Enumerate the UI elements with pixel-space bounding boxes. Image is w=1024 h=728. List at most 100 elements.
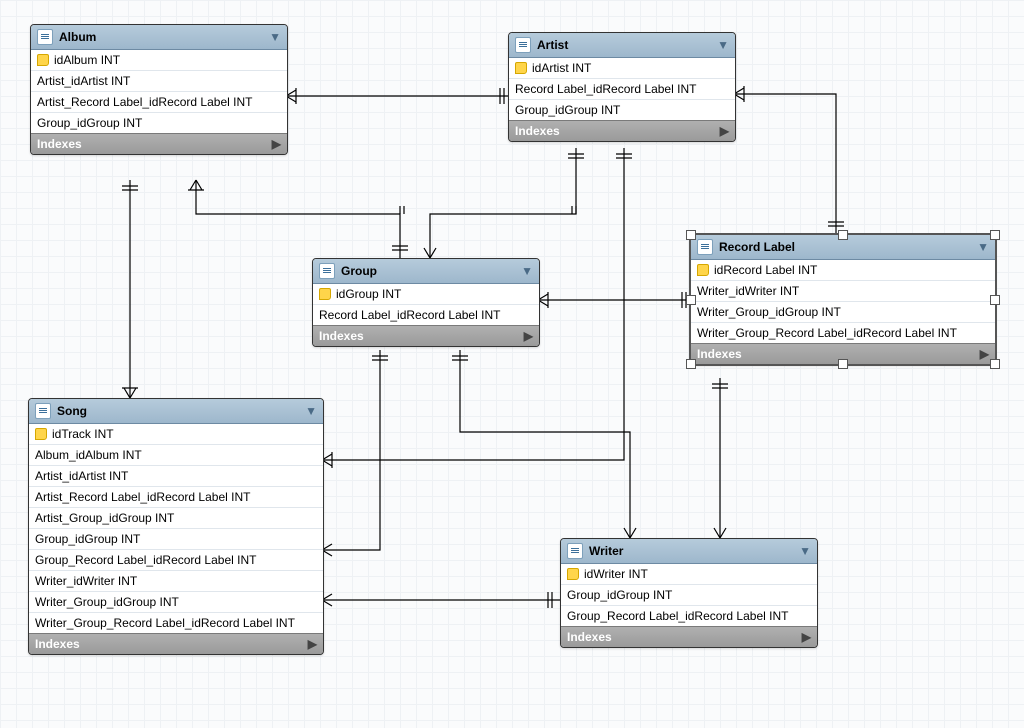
field-name: idArtist INT — [532, 61, 591, 75]
field-name: Album_idAlbum INT — [35, 448, 142, 462]
field-name: idTrack INT — [52, 427, 114, 441]
chevron-down-icon[interactable]: ▼ — [521, 264, 533, 278]
chevron-down-icon[interactable]: ▼ — [269, 30, 281, 44]
table-fields: idTrack INT Album_idAlbum INT Artist_idArt… — [29, 424, 323, 633]
field-name: Group_idGroup INT — [567, 588, 672, 602]
field-name: idAlbum INT — [54, 53, 120, 67]
table-row[interactable]: Record Label_idRecord Label INT — [313, 305, 539, 325]
indexes-section[interactable]: Indexes ▶ — [509, 120, 735, 141]
table-row[interactable]: Writer_idWriter INT — [29, 571, 323, 592]
field-name: idWriter INT — [584, 567, 648, 581]
table-header[interactable]: Album ▼ — [31, 25, 287, 50]
resize-handle[interactable] — [686, 230, 696, 240]
table-song[interactable]: Song ▼ idTrack INT Album_idAlbum INT Artis… — [28, 398, 324, 655]
table-row[interactable]: idRecord Label INT — [691, 260, 995, 281]
table-row[interactable]: idAlbum INT — [31, 50, 287, 71]
field-name: Writer_idWriter INT — [697, 284, 799, 298]
table-row[interactable]: Writer_idWriter INT — [691, 281, 995, 302]
table-row[interactable]: Group_Record Label_idRecord Label INT — [29, 550, 323, 571]
table-row[interactable]: Writer_Group_idGroup INT — [29, 592, 323, 613]
table-title: Album — [59, 30, 96, 44]
table-header[interactable]: Artist ▼ — [509, 33, 735, 58]
primary-key-icon — [697, 264, 709, 276]
table-row[interactable]: Group_idGroup INT — [561, 585, 817, 606]
table-row[interactable]: Writer_Group_idGroup INT — [691, 302, 995, 323]
table-icon — [319, 263, 335, 279]
table-fields: idWriter INT Group_idGroup INT Group_Recor… — [561, 564, 817, 626]
chevron-down-icon[interactable]: ▼ — [717, 38, 729, 52]
chevron-right-icon: ▶ — [272, 137, 281, 151]
field-name: Record Label_idRecord Label INT — [515, 82, 696, 96]
field-name: Group_idGroup INT — [515, 103, 620, 117]
table-album[interactable]: Album ▼ idAlbum INT Artist_idArtist INT Ar… — [30, 24, 288, 155]
table-row[interactable]: idGroup INT — [313, 284, 539, 305]
table-group[interactable]: Group ▼ idGroup INT Record Label_idRecord… — [312, 258, 540, 347]
table-row[interactable]: Artist_Group_idGroup INT — [29, 508, 323, 529]
table-row[interactable]: Artist_idArtist INT — [31, 71, 287, 92]
primary-key-icon — [319, 288, 331, 300]
table-row[interactable]: Record Label_idRecord Label INT — [509, 79, 735, 100]
table-fields: idArtist INT Record Label_idRecord Label … — [509, 58, 735, 120]
table-row[interactable]: Artist_Record Label_idRecord Label INT — [29, 487, 323, 508]
chevron-down-icon[interactable]: ▼ — [305, 404, 317, 418]
table-title: Writer — [589, 544, 623, 558]
table-fields: idRecord Label INT Writer_idWriter INT Wri… — [691, 260, 995, 343]
field-name: Group_idGroup INT — [35, 532, 140, 546]
table-fields: idAlbum INT Artist_idArtist INT Artist_Rec… — [31, 50, 287, 133]
chevron-right-icon: ▶ — [980, 347, 989, 361]
field-name: Group_Record Label_idRecord Label INT — [567, 609, 788, 623]
table-writer[interactable]: Writer ▼ idWriter INT Group_idGroup INT Gr… — [560, 538, 818, 648]
table-title: Record Label — [719, 240, 795, 254]
table-row[interactable]: Artist_idArtist INT — [29, 466, 323, 487]
resize-handle[interactable] — [990, 230, 1000, 240]
resize-handle[interactable] — [686, 295, 696, 305]
table-row[interactable]: Writer_Group_Record Label_idRecord Label… — [29, 613, 323, 633]
field-name: Group_Record Label_idRecord Label INT — [35, 553, 256, 567]
primary-key-icon — [515, 62, 527, 74]
table-row[interactable]: Group_idGroup INT — [509, 100, 735, 120]
field-name: Artist_idArtist INT — [35, 469, 128, 483]
field-name: Writer_idWriter INT — [35, 574, 137, 588]
table-artist[interactable]: Artist ▼ idArtist INT Record Label_idReco… — [508, 32, 736, 142]
table-title: Group — [341, 264, 377, 278]
resize-handle[interactable] — [686, 359, 696, 369]
indexes-section[interactable]: Indexes ▶ — [29, 633, 323, 654]
resize-handle[interactable] — [990, 295, 1000, 305]
table-row[interactable]: idArtist INT — [509, 58, 735, 79]
table-row[interactable]: Group_idGroup INT — [31, 113, 287, 133]
table-title: Artist — [537, 38, 568, 52]
table-fields: idGroup INT Record Label_idRecord Label I… — [313, 284, 539, 325]
chevron-right-icon: ▶ — [524, 329, 533, 343]
chevron-right-icon: ▶ — [802, 630, 811, 644]
primary-key-icon — [567, 568, 579, 580]
field-name: Writer_Group_idGroup INT — [697, 305, 841, 319]
table-header[interactable]: Writer ▼ — [561, 539, 817, 564]
field-name: Record Label_idRecord Label INT — [319, 308, 500, 322]
field-name: Artist_idArtist INT — [37, 74, 130, 88]
table-row[interactable]: idWriter INT — [561, 564, 817, 585]
table-row[interactable]: Group_idGroup INT — [29, 529, 323, 550]
resize-handle[interactable] — [990, 359, 1000, 369]
table-icon — [35, 403, 51, 419]
resize-handle[interactable] — [838, 359, 848, 369]
field-name: Artist_Record Label_idRecord Label INT — [35, 490, 250, 504]
chevron-down-icon[interactable]: ▼ — [977, 240, 989, 254]
resize-handle[interactable] — [838, 230, 848, 240]
field-name: Artist_Record Label_idRecord Label INT — [37, 95, 252, 109]
field-name: Writer_Group_Record Label_idRecord Label… — [35, 616, 295, 630]
table-title: Song — [57, 404, 87, 418]
table-row[interactable]: Group_Record Label_idRecord Label INT — [561, 606, 817, 626]
table-row[interactable]: Artist_Record Label_idRecord Label INT — [31, 92, 287, 113]
table-record-label[interactable]: Record Label ▼ idRecord Label INT Writer_… — [690, 234, 996, 365]
table-header[interactable]: Song ▼ — [29, 399, 323, 424]
chevron-right-icon: ▶ — [720, 124, 729, 138]
table-row[interactable]: idTrack INT — [29, 424, 323, 445]
table-row[interactable]: Album_idAlbum INT — [29, 445, 323, 466]
table-header[interactable]: Group ▼ — [313, 259, 539, 284]
table-row[interactable]: Writer_Group_Record Label_idRecord Label… — [691, 323, 995, 343]
table-icon — [37, 29, 53, 45]
indexes-section[interactable]: Indexes ▶ — [31, 133, 287, 154]
indexes-section[interactable]: Indexes ▶ — [313, 325, 539, 346]
indexes-section[interactable]: Indexes ▶ — [561, 626, 817, 647]
chevron-down-icon[interactable]: ▼ — [799, 544, 811, 558]
